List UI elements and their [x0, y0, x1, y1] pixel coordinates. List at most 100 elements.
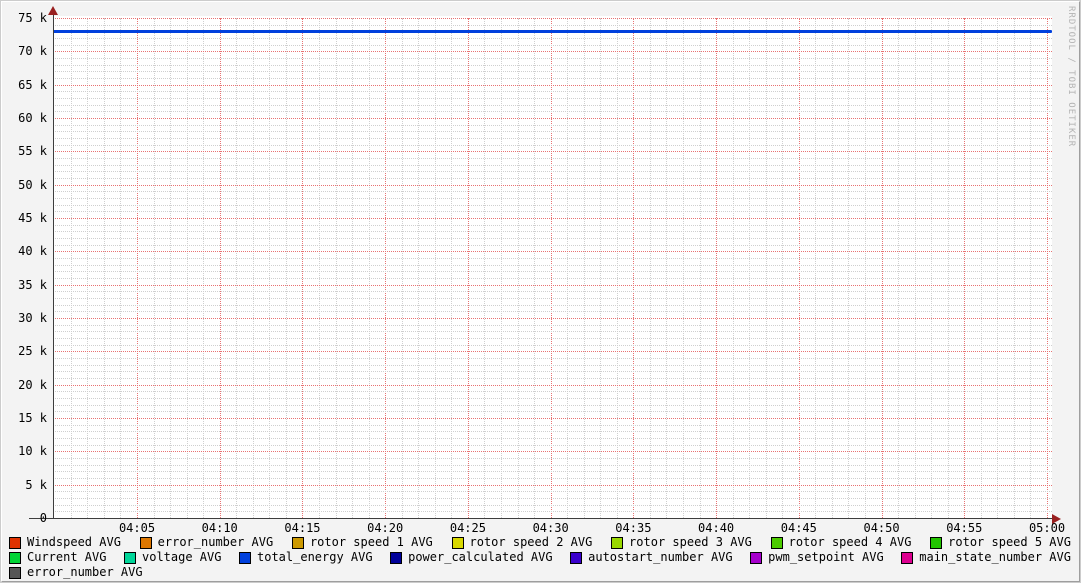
- legend-label: rotor speed 1 AVG: [310, 535, 433, 550]
- x-tick-label: 04:15: [272, 521, 332, 535]
- major-gridline-vertical: [220, 18, 221, 518]
- y-tick-label: 15 k: [2, 411, 47, 425]
- minor-gridline-vertical: [484, 18, 485, 518]
- major-gridline-vertical: [964, 18, 965, 518]
- minor-gridline-vertical: [815, 18, 816, 518]
- minor-gridline-horizontal: [53, 91, 1052, 92]
- y-tick-label: 25 k: [2, 344, 47, 358]
- minor-gridline-horizontal: [53, 325, 1052, 326]
- minor-gridline-horizontal: [53, 25, 1052, 26]
- y-tick-label: 40 k: [2, 244, 47, 258]
- y-axis-arrow-icon: [48, 6, 58, 15]
- major-gridline-horizontal: [53, 218, 1052, 219]
- major-gridline-horizontal: [53, 418, 1052, 419]
- major-gridline-horizontal: [53, 285, 1052, 286]
- minor-gridline-vertical: [666, 18, 667, 518]
- minor-gridline-vertical: [352, 18, 353, 518]
- minor-gridline-vertical: [451, 18, 452, 518]
- major-gridline-horizontal: [53, 18, 1052, 19]
- minor-gridline-vertical: [931, 18, 932, 518]
- legend-label: rotor speed 3 AVG: [629, 535, 752, 550]
- minor-gridline-horizontal: [53, 505, 1052, 506]
- minor-gridline-horizontal: [53, 225, 1052, 226]
- minor-gridline-vertical: [915, 18, 916, 518]
- minor-gridline-vertical: [948, 18, 949, 518]
- x-tick-label: 04:35: [603, 521, 663, 535]
- x-tick-label: 04:05: [107, 521, 167, 535]
- legend-item: voltage AVG: [124, 550, 221, 565]
- y-tick-label: 70 k: [2, 44, 47, 58]
- minor-gridline-vertical: [749, 18, 750, 518]
- legend-swatch-icon: [9, 552, 21, 564]
- minor-gridline-vertical: [236, 18, 237, 518]
- minor-gridline-horizontal: [53, 498, 1052, 499]
- legend-item: main_state_number AVG: [901, 550, 1071, 565]
- minor-gridline-vertical: [534, 18, 535, 518]
- legend-item: power_calculated AVG: [390, 550, 553, 565]
- watermark: RRDTOOL / TOBI OETIKER: [1066, 6, 1076, 147]
- minor-gridline-horizontal: [53, 345, 1052, 346]
- minor-gridline-horizontal: [53, 371, 1052, 372]
- legend-label: autostart_number AVG: [588, 550, 733, 565]
- x-tick-label: 05:00: [1017, 521, 1077, 535]
- legend-item: error_number AVG: [9, 565, 143, 580]
- minor-gridline-horizontal: [53, 311, 1052, 312]
- legend-swatch-icon: [292, 537, 304, 549]
- minor-gridline-horizontal: [53, 45, 1052, 46]
- minor-gridline-horizontal: [53, 205, 1052, 206]
- legend-swatch-icon: [611, 537, 623, 549]
- x-tick-label: 04:55: [934, 521, 994, 535]
- minor-gridline-horizontal: [53, 98, 1052, 99]
- minor-gridline-vertical: [981, 18, 982, 518]
- legend-swatch-icon: [239, 552, 251, 564]
- minor-gridline-horizontal: [53, 491, 1052, 492]
- minor-gridline-horizontal: [53, 111, 1052, 112]
- minor-gridline-horizontal: [53, 271, 1052, 272]
- minor-gridline-horizontal: [53, 245, 1052, 246]
- major-gridline-horizontal: [53, 351, 1052, 352]
- minor-gridline-vertical: [997, 18, 998, 518]
- minor-gridline-horizontal: [53, 398, 1052, 399]
- major-gridline-horizontal: [53, 85, 1052, 86]
- legend-swatch-icon: [140, 537, 152, 549]
- major-gridline-vertical: [302, 18, 303, 518]
- legend-swatch-icon: [9, 567, 21, 579]
- minor-gridline-horizontal: [53, 138, 1052, 139]
- minor-gridline-horizontal: [53, 458, 1052, 459]
- legend-label: power_calculated AVG: [408, 550, 553, 565]
- minor-gridline-horizontal: [53, 191, 1052, 192]
- legend-label: main_state_number AVG: [919, 550, 1071, 565]
- legend-item: rotor speed 4 AVG: [771, 535, 912, 550]
- minor-gridline-vertical: [518, 18, 519, 518]
- minor-gridline-vertical: [187, 18, 188, 518]
- minor-gridline-horizontal: [53, 78, 1052, 79]
- minor-gridline-horizontal: [53, 331, 1052, 332]
- legend-swatch-icon: [570, 552, 582, 564]
- major-gridline-vertical: [633, 18, 634, 518]
- major-gridline-vertical: [716, 18, 717, 518]
- minor-gridline-vertical: [617, 18, 618, 518]
- legend-label: rotor speed 5 AVG: [948, 535, 1071, 550]
- series-line-total-energy: [53, 30, 1052, 33]
- minor-gridline-vertical: [898, 18, 899, 518]
- minor-gridline-horizontal: [53, 198, 1052, 199]
- minor-gridline-horizontal: [53, 431, 1052, 432]
- legend-label: error_number AVG: [158, 535, 274, 550]
- minor-gridline-horizontal: [53, 478, 1052, 479]
- major-gridline-vertical: [882, 18, 883, 518]
- legend-item: rotor speed 5 AVG: [930, 535, 1071, 550]
- minor-gridline-horizontal: [53, 258, 1052, 259]
- minor-gridline-horizontal: [53, 298, 1052, 299]
- legend-swatch-icon: [9, 537, 21, 549]
- minor-gridline-vertical: [584, 18, 585, 518]
- minor-gridline-horizontal: [53, 65, 1052, 66]
- minor-gridline-vertical: [683, 18, 684, 518]
- minor-gridline-horizontal: [53, 165, 1052, 166]
- major-gridline-horizontal: [53, 251, 1052, 252]
- y-tick-label: 75 k: [2, 11, 47, 25]
- major-gridline-horizontal: [53, 151, 1052, 152]
- minor-gridline-vertical: [650, 18, 651, 518]
- minor-gridline-vertical: [253, 18, 254, 518]
- minor-gridline-horizontal: [53, 358, 1052, 359]
- minor-gridline-horizontal: [53, 338, 1052, 339]
